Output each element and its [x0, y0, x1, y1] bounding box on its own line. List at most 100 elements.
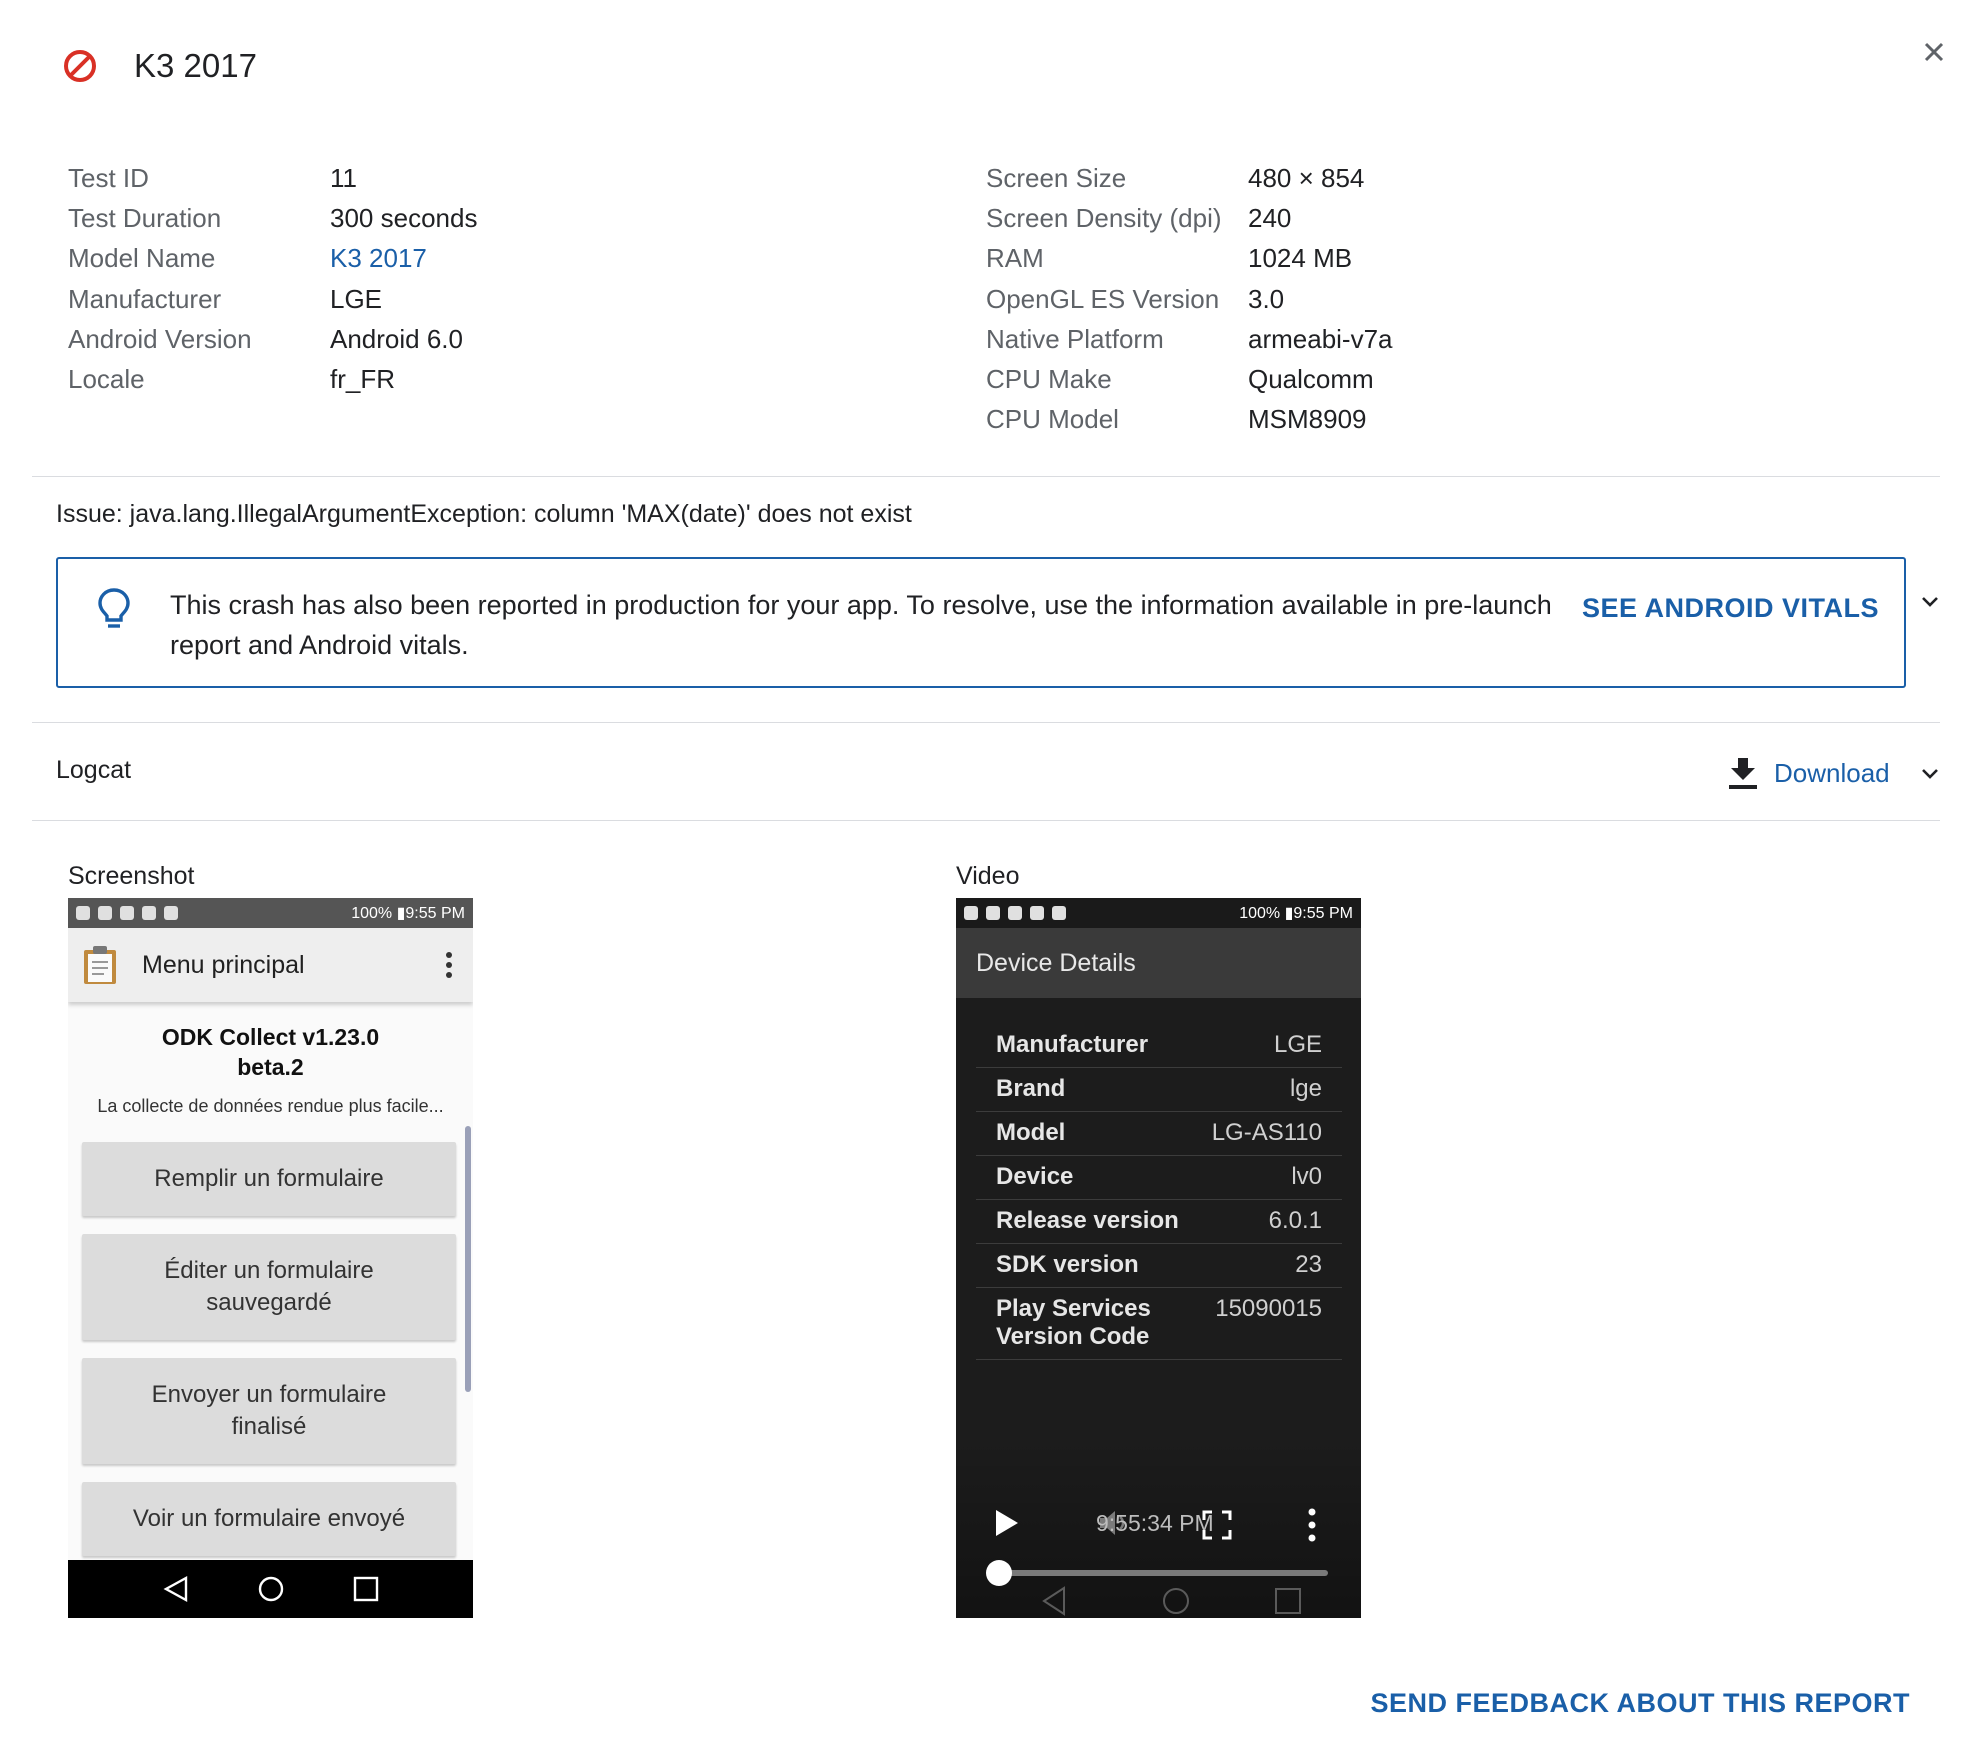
play-icon[interactable] [994, 1508, 1020, 1538]
info-row: Screen Size 480 × 854 [986, 158, 1393, 198]
status-bar: 100% ▮9:55 PM [68, 898, 473, 928]
detail-row: Model LG-AS110 [976, 1112, 1342, 1156]
chevron-down-icon[interactable] [1918, 590, 1942, 614]
issue-text: Issue: java.lang.IllegalArgumentExceptio… [56, 500, 912, 528]
info-row: Test ID 11 [68, 158, 477, 198]
info-value: MSM8909 [1248, 404, 1367, 435]
info-row: Locale fr_FR [68, 359, 477, 399]
detail-row: Manufacturer LGE [976, 1024, 1342, 1068]
info-value: 11 [330, 163, 357, 193]
detail-key: Play Services Version Code [996, 1295, 1151, 1350]
detail-row: Device lv0 [976, 1156, 1342, 1200]
info-label: RAM [986, 243, 1044, 274]
video-timestamp: 9:55:34 PM [1096, 1510, 1214, 1536]
info-value: 300 seconds [330, 203, 478, 234]
button-label: finalisé [231, 1413, 307, 1440]
video-controls: 9:55:34 PM [956, 1438, 1361, 1618]
info-label: Test Duration [68, 203, 222, 234]
chevron-down-icon[interactable] [1918, 762, 1942, 786]
button-label: Envoyer un formulaire [151, 1381, 387, 1408]
detail-value: lge [1289, 1075, 1322, 1102]
notification-icons [76, 906, 345, 920]
app-title: Menu principal [142, 950, 305, 979]
detail-row: Brand lge [976, 1068, 1342, 1112]
info-label: Locale [68, 364, 145, 395]
info-row: CPU Make Qualcomm [986, 359, 1393, 399]
back-icon[interactable] [162, 1575, 190, 1603]
detail-key: Brand [996, 1075, 1066, 1102]
recents-icon[interactable] [352, 1575, 380, 1603]
button-label: Voir un formulaire envoyé [132, 1505, 406, 1532]
info-value: 480 × 854 [1248, 163, 1365, 193]
info-row: RAM 1024 MB [986, 238, 1393, 278]
send-feedback-button[interactable]: SEND FEEDBACK ABOUT THIS REPORT [1370, 1688, 1910, 1719]
info-label: CPU Model [986, 404, 1119, 435]
detail-row: Play Services Version Code 15090015 [976, 1288, 1342, 1360]
send-finalized-form-button[interactable]: Envoyer un formulaire finalisé [82, 1358, 456, 1464]
info-label: Android Version [68, 323, 252, 354]
download-label: Download [1774, 757, 1890, 788]
status-bar: 100% ▮9:55 PM [956, 898, 1361, 928]
detail-key: Model [996, 1119, 1066, 1146]
screenshot-label: Screenshot [68, 862, 195, 890]
info-value: 240 [1248, 203, 1292, 234]
divider [32, 820, 1940, 821]
video-progress-track[interactable] [998, 1570, 1328, 1576]
info-value: LGE [330, 283, 383, 314]
download-icon [1729, 758, 1757, 789]
detail-value: 15090015 [1215, 1295, 1322, 1322]
page-title: K3 2017 [134, 47, 257, 84]
production-crash-banner: This crash has also been reported in pro… [56, 557, 1906, 688]
info-label: Screen Density (dpi) [986, 203, 1222, 234]
button-label: sauvegardé [206, 1289, 332, 1316]
app-bar: Menu principal [68, 928, 473, 1002]
app-version: ODK Collect v1.23.0 [161, 1024, 380, 1050]
info-value: Android 6.0 [330, 323, 463, 354]
scrollbar[interactable] [465, 1126, 471, 1392]
info-label: CPU Make [986, 364, 1112, 395]
close-button[interactable] [1914, 32, 1954, 72]
video-screen-title: Device Details [956, 928, 1361, 998]
detail-value: LGE [1273, 1031, 1322, 1058]
download-logcat-button[interactable]: Download [1728, 756, 1890, 790]
info-label: Manufacturer [68, 283, 222, 314]
status-text: 100% ▮9:55 PM [351, 905, 465, 922]
info-label: OpenGL ES Version [986, 283, 1220, 314]
divider [32, 722, 1940, 723]
video-progress-knob[interactable] [986, 1560, 1012, 1586]
device-info-left: Test ID 11 Test Duration 300 seconds Model N… [68, 158, 477, 399]
view-sent-form-button[interactable]: Voir un formulaire envoyé [82, 1482, 456, 1556]
info-value: 1024 MB [1248, 243, 1353, 274]
notification-icons [964, 906, 1233, 920]
info-label: Screen Size [986, 163, 1127, 193]
fullscreen-icon[interactable] [1202, 1510, 1232, 1540]
info-value: armeabi-v7a [1248, 323, 1393, 354]
edit-saved-form-button[interactable]: Éditer un formulaire sauvegardé [82, 1234, 456, 1340]
home-icon[interactable] [257, 1575, 285, 1603]
more-vert-icon[interactable] [445, 952, 453, 978]
more-vert-icon[interactable] [1308, 1508, 1316, 1542]
info-row: Model Name K3 2017 [68, 238, 477, 278]
detail-key: SDK version [996, 1251, 1139, 1278]
info-row: Native Platform armeabi-v7a [986, 319, 1393, 359]
report-header: K3 2017 [62, 40, 257, 92]
android-nav-bar [68, 1560, 473, 1618]
fill-form-button[interactable]: Remplir un formulaire [82, 1142, 456, 1216]
info-label: Test ID [68, 163, 149, 193]
close-icon [1924, 42, 1944, 62]
info-row: OpenGL ES Version 3.0 [986, 279, 1393, 319]
main-menu: Remplir un formulaire Éditer un formulai… [82, 1142, 456, 1574]
banner-message: This crash has also been reported in pro… [170, 590, 1552, 660]
see-android-vitals-button[interactable]: SEE ANDROID VITALS [1582, 593, 1879, 624]
detail-row: SDK version 23 [976, 1244, 1342, 1288]
info-row: Manufacturer LGE [68, 279, 477, 319]
video-player[interactable]: 100% ▮9:55 PM Device Details Manufacture… [956, 898, 1361, 1618]
model-name-link[interactable]: K3 2017 [330, 238, 427, 278]
device-details-table: Manufacturer LGE Brand lge Model LG-AS110 Devi… [976, 1024, 1342, 1360]
info-row: Android Version Android 6.0 [68, 319, 477, 359]
divider [32, 476, 1940, 477]
video-label: Video [956, 862, 1020, 890]
device-screenshot[interactable]: 100% ▮9:55 PM Menu principal ODK Collect… [68, 898, 473, 1618]
lightbulb-icon [98, 588, 130, 628]
info-value: Qualcomm [1248, 364, 1374, 395]
